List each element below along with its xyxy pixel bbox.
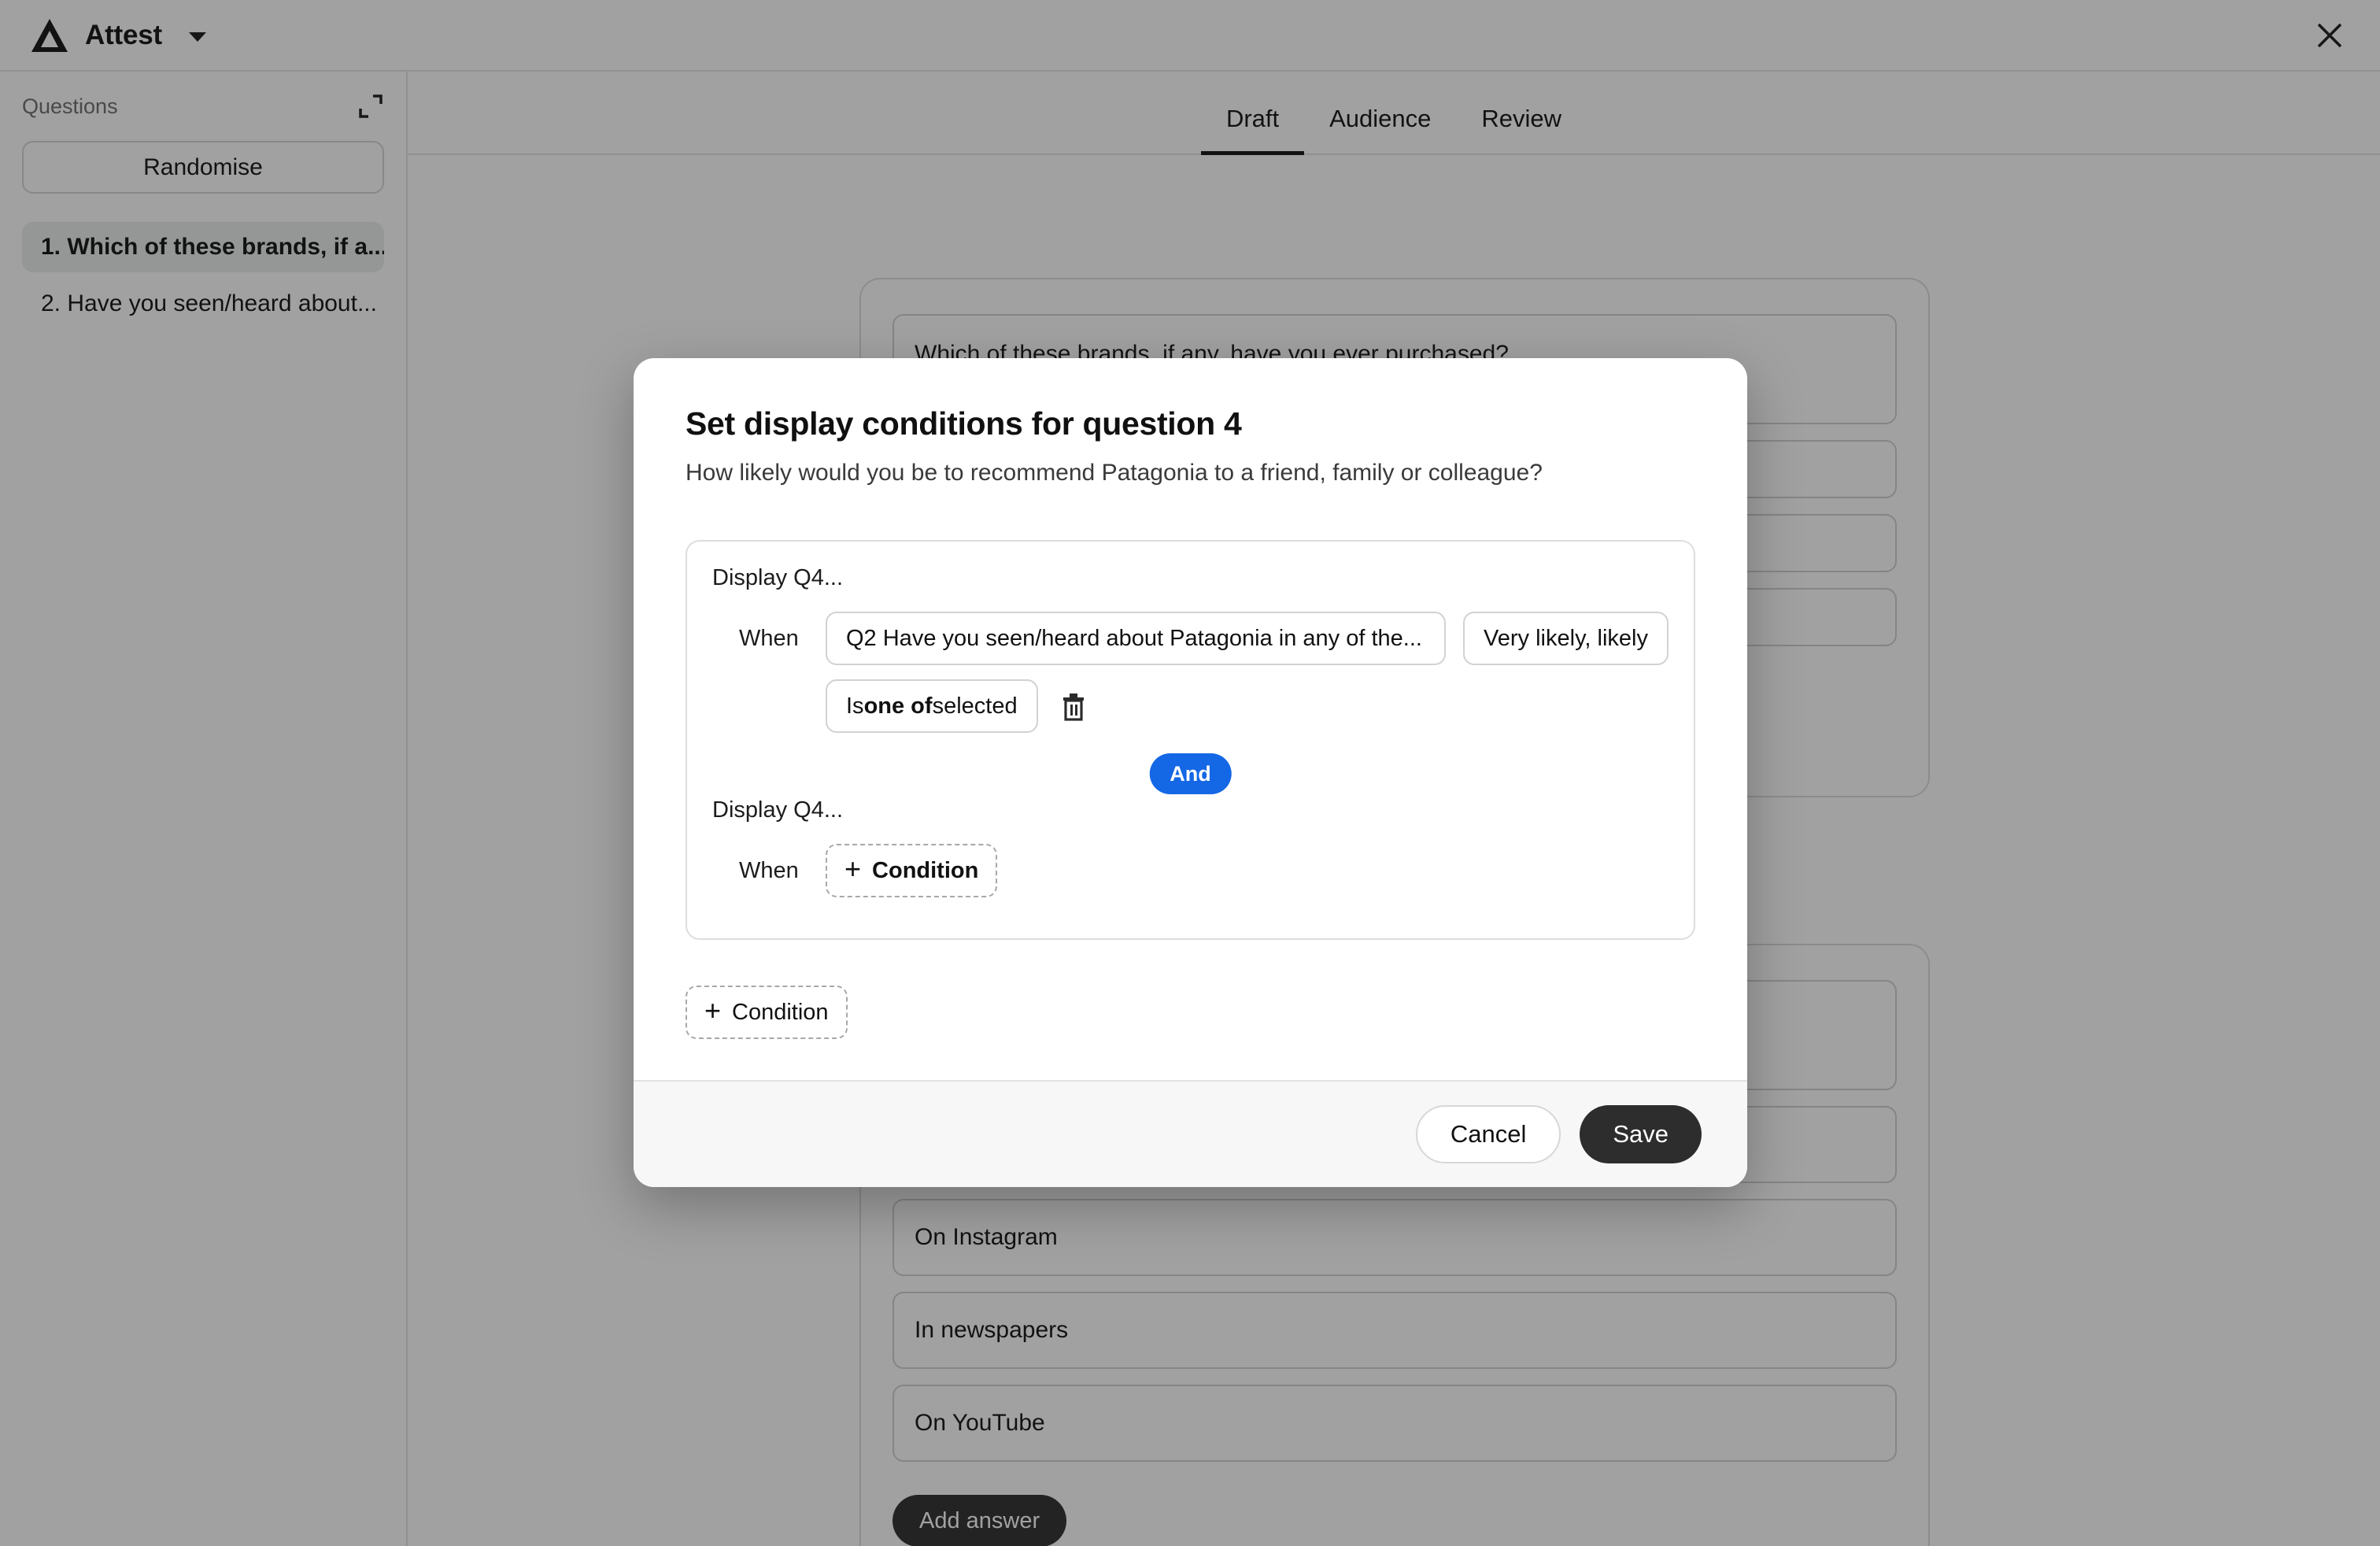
operator-strong: one of: [863, 693, 933, 719]
condition-block-1: Display Q4... When Q2 Have you seen/hear…: [687, 542, 1694, 774]
condition-question-select[interactable]: Q2 Have you seen/heard about Patagonia i…: [826, 612, 1447, 665]
modal-subtitle: How likely would you be to recommend Pat…: [686, 460, 1543, 486]
save-button[interactable]: Save: [1580, 1105, 1702, 1163]
when-row-primary: When Q2 Have you seen/heard about Patago…: [739, 612, 1669, 665]
display-conditions-modal: Set display conditions for question 4 Ho…: [634, 358, 1747, 1187]
add-condition-button[interactable]: + Condition: [686, 986, 848, 1039]
operator-prefix: Is: [846, 693, 864, 719]
block-label: Display Q4...: [712, 797, 843, 823]
add-condition-inner-label: Condition: [872, 857, 979, 883]
cancel-button[interactable]: Cancel: [1415, 1105, 1561, 1163]
plus-icon: +: [844, 853, 862, 885]
when-label: When: [739, 857, 799, 883]
when-row-empty: When + Condition: [739, 844, 1669, 897]
when-label: When: [739, 625, 799, 651]
modal-title: Set display conditions for question 4: [686, 405, 1242, 442]
add-condition-label: Condition: [732, 999, 829, 1025]
condition-block-2: Display Q4... When + Condition: [687, 774, 1694, 938]
trash-icon[interactable]: [1055, 688, 1092, 724]
modal-body: Set display conditions for question 4 Ho…: [634, 358, 1747, 1080]
join-operator-badge[interactable]: And: [1149, 753, 1232, 794]
add-condition-outer-wrap: + Condition: [686, 986, 1695, 1039]
condition-answer-select[interactable]: Very likely, likely: [1463, 612, 1669, 665]
operator-suffix: selected: [932, 693, 1018, 719]
condition-operator-select[interactable]: Is one of selected: [826, 679, 1038, 733]
plus-icon: +: [704, 994, 722, 1026]
conditions-group: Display Q4... When Q2 Have you seen/hear…: [686, 540, 1695, 940]
when-row-operator: Is one of selected: [739, 679, 1669, 733]
block-label: Display Q4...: [712, 565, 843, 590]
add-condition-inner-button[interactable]: + Condition: [826, 844, 998, 897]
modal-footer: Cancel Save: [634, 1080, 1747, 1187]
